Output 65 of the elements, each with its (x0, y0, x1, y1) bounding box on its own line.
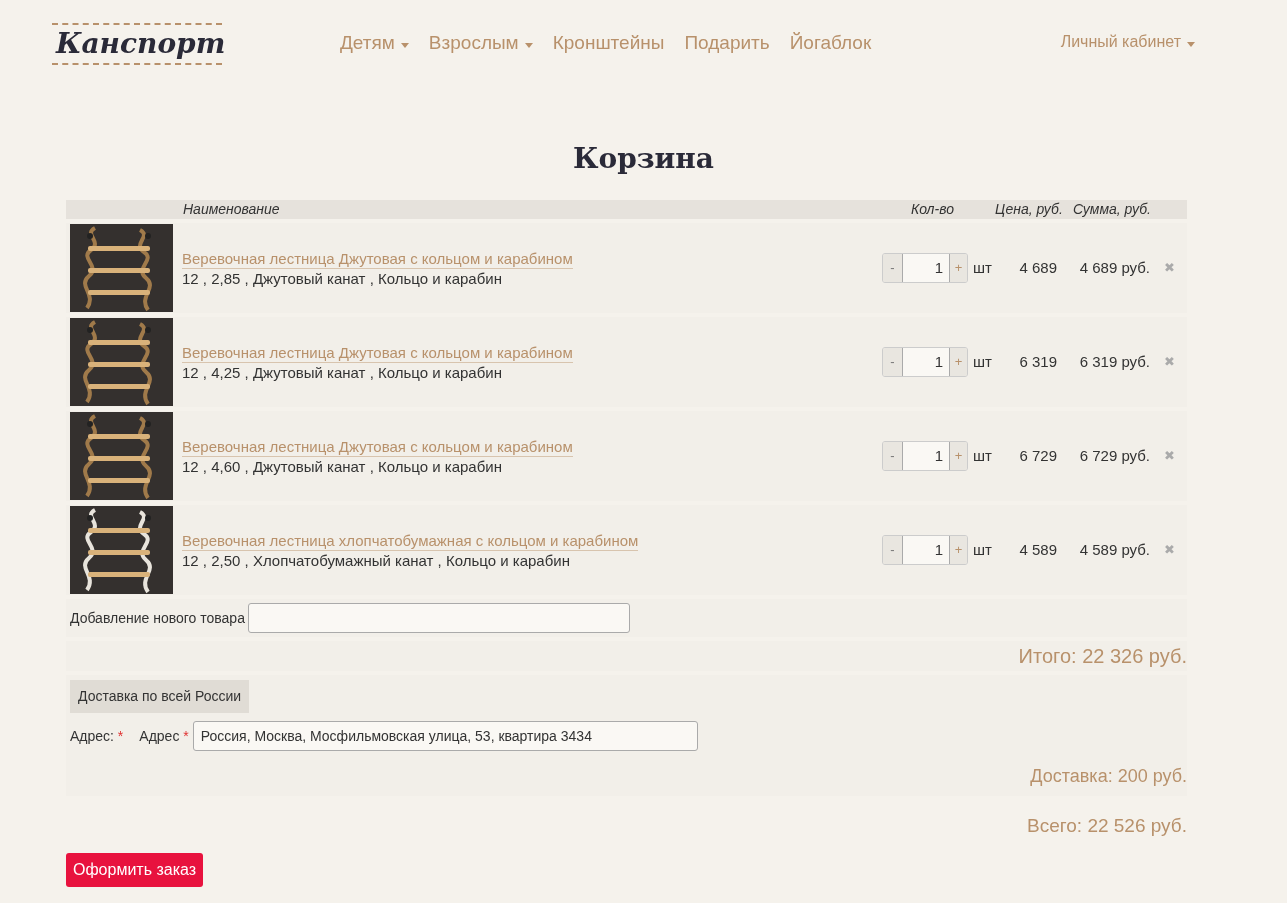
caret-icon (1187, 41, 1195, 47)
quantity-stepper[interactable]: - 1 + (882, 535, 968, 565)
decrease-button[interactable]: - (883, 536, 902, 564)
remove-button[interactable]: ✖ (1164, 258, 1175, 278)
address-label: Адрес: * (70, 726, 124, 746)
increase-button[interactable]: + (950, 442, 967, 470)
increase-button[interactable]: + (950, 348, 967, 376)
caret-icon (524, 42, 533, 48)
quantity-field[interactable]: 1 (902, 536, 950, 564)
product-options: 12 , 4,25 , Джутовый канат , Кольцо и карабин (182, 362, 573, 382)
product-link[interactable]: Веревочная лестница Джутовая с кольцом и карабином (182, 248, 573, 269)
increase-button[interactable]: + (950, 254, 967, 282)
quantity-field[interactable]: 1 (902, 254, 950, 282)
nav-link[interactable]: Подарить (684, 28, 770, 58)
nav-link[interactable]: Взрослым (428, 28, 533, 58)
delivery-cost: Доставка: 200 руб. (1030, 765, 1187, 788)
subtotal: Итого: 22 326 руб. (1018, 644, 1187, 669)
unit-label: шт (973, 257, 993, 278)
product-link[interactable]: Веревочная лестница Джутовая с кольцом и карабином (182, 342, 573, 363)
decrease-button[interactable]: - (883, 254, 902, 282)
remove-button[interactable]: ✖ (1164, 352, 1175, 372)
add-item-field[interactable] (247, 603, 630, 633)
price: 6 729 (1018, 445, 1057, 466)
decrease-button[interactable]: - (883, 348, 902, 376)
product-options: 12 , 4,60 , Джутовый канат , Кольцо и карабин (182, 456, 573, 476)
product-link[interactable]: Веревочная лестница хлопчатобумажная с кольцом и карабином (182, 530, 639, 551)
line-total: 6 729 руб. (1078, 445, 1150, 466)
column-header: Наименование (183, 200, 280, 219)
logo[interactable]: Канспорт (52, 23, 222, 65)
price: 4 589 (1018, 539, 1057, 560)
price: 4 689 (1018, 257, 1057, 278)
checkout-button[interactable]: Оформить заказ (66, 852, 204, 887)
remove-button[interactable]: ✖ (1164, 540, 1175, 560)
quantity-stepper[interactable]: - 1 + (882, 441, 968, 471)
address-field[interactable]: Россия, Москва, Мосфильмовская улица, 53, квартира 3434 (192, 721, 698, 751)
quantity-field[interactable]: 1 (902, 442, 950, 470)
product-link[interactable]: Веревочная лестница Джутовая с кольцом и карабином (182, 436, 573, 457)
add-item-label: Добавление нового товара (70, 608, 245, 628)
price: 6 319 (1018, 351, 1057, 372)
line-total: 6 319 руб. (1078, 351, 1150, 372)
nav-link[interactable]: Йогаблок (789, 28, 872, 58)
caret-icon (400, 42, 409, 48)
grand-total: Всего: 22 526 руб. (1027, 814, 1187, 838)
column-header: Кол-во (910, 200, 954, 219)
quantity-field[interactable]: 1 (902, 348, 950, 376)
product-options: 12 , 2,50 , Хлопчатобумажный канат , Кольцо и карабин (182, 550, 639, 570)
nav-link[interactable]: Кронштейны (552, 28, 665, 58)
column-header: Сумма, руб. (1072, 200, 1151, 219)
unit-label: шт (973, 445, 993, 466)
column-header: Цена, руб. (994, 200, 1063, 219)
unit-label: шт (973, 351, 993, 372)
line-total: 4 689 руб. (1078, 257, 1150, 278)
product-options: 12 , 2,85 , Джутовый канат , Кольцо и карабин (182, 268, 573, 288)
nav-link[interactable]: Детям (340, 28, 409, 58)
delivery-tab[interactable]: Доставка по всей России (70, 680, 250, 713)
address-field-label: Адрес * (139, 726, 189, 746)
decrease-button[interactable]: - (883, 442, 902, 470)
line-total: 4 589 руб. (1078, 539, 1150, 560)
remove-button[interactable]: ✖ (1164, 446, 1175, 466)
page-title: Корзина (572, 141, 715, 177)
account-link[interactable]: Личный кабинет (1060, 30, 1195, 54)
quantity-stepper[interactable]: - 1 + (882, 253, 968, 283)
unit-label: шт (973, 539, 993, 560)
quantity-stepper[interactable]: - 1 + (882, 347, 968, 377)
increase-button[interactable]: + (950, 536, 967, 564)
